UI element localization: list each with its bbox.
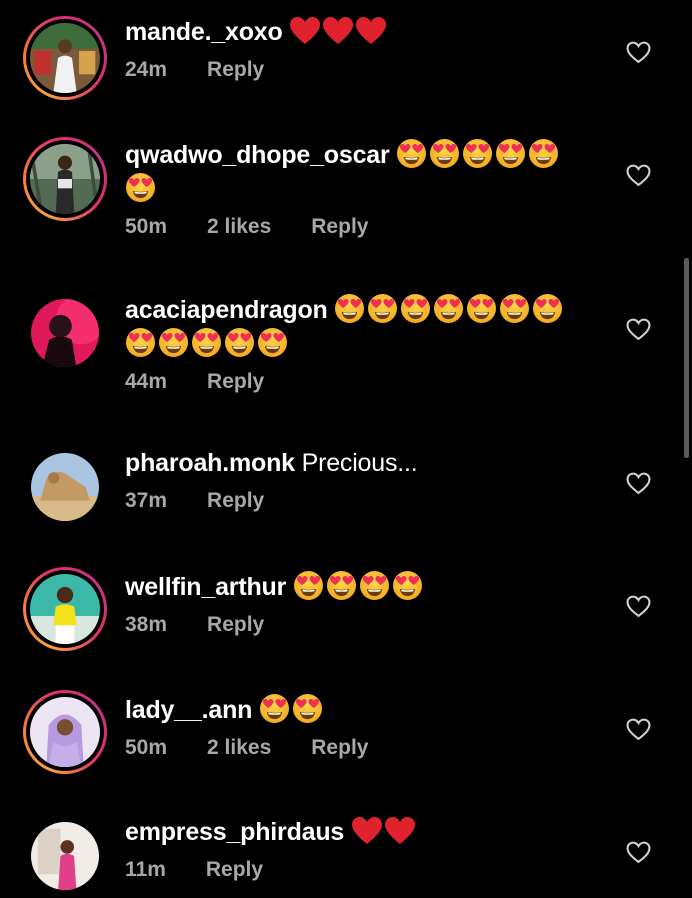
heart-outline-icon[interactable] <box>626 472 651 495</box>
heart-eyes-icon <box>400 293 431 324</box>
profile-photo <box>30 23 100 93</box>
like-count[interactable]: 2 likes <box>207 736 271 760</box>
heart-outline-icon[interactable] <box>626 718 651 741</box>
scrollbar[interactable] <box>684 258 689 458</box>
heart-eyes-icon <box>429 138 460 169</box>
red-heart-icon <box>322 16 354 46</box>
heart-eyes-icon <box>367 293 398 324</box>
heart-eyes-icon <box>466 293 497 324</box>
avatar[interactable] <box>23 814 107 898</box>
comment-username[interactable]: lady__.ann <box>125 696 252 724</box>
heart-eyes-icon <box>499 293 530 324</box>
reply-button[interactable]: Reply <box>311 736 368 760</box>
heart-outline-icon[interactable] <box>626 841 651 864</box>
heart-eyes-icon <box>359 570 390 601</box>
avatar[interactable] <box>23 137 107 221</box>
profile-photo <box>31 822 99 890</box>
heart-eyes-icon <box>257 327 288 358</box>
avatar[interactable] <box>23 445 107 529</box>
red-heart-icon <box>355 16 387 46</box>
heart-eyes-icon <box>532 293 563 324</box>
heart-emoji-group <box>351 818 417 846</box>
heart-emoji-group <box>289 18 388 46</box>
heart-outline-icon[interactable] <box>626 595 651 618</box>
heart-eyes-icon <box>292 693 323 724</box>
avatar[interactable] <box>23 291 107 375</box>
comment-username[interactable]: empress_phirdaus <box>125 818 344 846</box>
red-heart-icon <box>351 816 383 846</box>
heart-eyes-icon <box>326 570 357 601</box>
reply-button[interactable]: Reply <box>207 370 264 394</box>
comment-username[interactable]: pharoah.monk <box>125 449 295 477</box>
heart-eyes-icon <box>158 327 189 358</box>
heart-eyes-icon <box>396 138 427 169</box>
heart-eyes-icon <box>191 327 222 358</box>
comment-username[interactable]: qwadwo_dhope_oscar <box>125 141 390 169</box>
avatar[interactable] <box>23 16 107 100</box>
comment-time: 11m <box>125 858 166 881</box>
reply-button[interactable]: Reply <box>207 489 264 513</box>
red-heart-icon <box>289 16 321 46</box>
comment-time: 44m <box>125 370 168 393</box>
comment-username[interactable]: acaciapendragon <box>125 296 328 324</box>
comment-time: 37m <box>125 489 168 512</box>
profile-photo <box>31 453 99 521</box>
comment-time: 50m <box>125 736 168 759</box>
comment-username[interactable]: wellfin_arthur <box>125 573 286 601</box>
heart-outline-icon[interactable] <box>626 318 651 341</box>
reply-button[interactable]: Reply <box>207 613 264 637</box>
profile-photo <box>30 144 100 214</box>
reply-button[interactable]: Reply <box>207 58 264 82</box>
heart-eyes-icon <box>224 327 255 358</box>
heart-eyes-icon <box>528 138 559 169</box>
heart-eyes-icon <box>462 138 493 169</box>
heart-outline-icon[interactable] <box>626 164 651 187</box>
red-heart-icon <box>384 816 416 846</box>
comment-time: 38m <box>125 613 168 636</box>
comment-username[interactable]: mande._xoxo <box>125 18 283 46</box>
heart-eyes-icon <box>259 693 290 724</box>
avatar[interactable] <box>23 567 107 651</box>
reply-button[interactable]: Reply <box>206 858 263 882</box>
heart-eyes-icon <box>125 172 156 203</box>
profile-photo <box>31 299 99 367</box>
heart-eyes-icon <box>293 570 324 601</box>
heart-eyes-icon <box>334 293 365 324</box>
heart-eyes-emoji-group <box>259 696 325 724</box>
heart-eyes-icon <box>433 293 464 324</box>
profile-photo <box>30 697 100 767</box>
heart-eyes-icon <box>392 570 423 601</box>
heart-outline-icon[interactable] <box>626 41 651 64</box>
avatar[interactable] <box>23 690 107 774</box>
reply-button[interactable]: Reply <box>311 215 368 239</box>
comment-time: 24m <box>125 58 168 81</box>
comment-text: Precious... <box>301 449 418 477</box>
profile-photo <box>30 574 100 644</box>
heart-eyes-emoji-group <box>293 573 425 601</box>
comment-time: 50m <box>125 215 168 238</box>
heart-eyes-icon <box>125 327 156 358</box>
like-count[interactable]: 2 likes <box>207 215 271 239</box>
heart-eyes-icon <box>495 138 526 169</box>
